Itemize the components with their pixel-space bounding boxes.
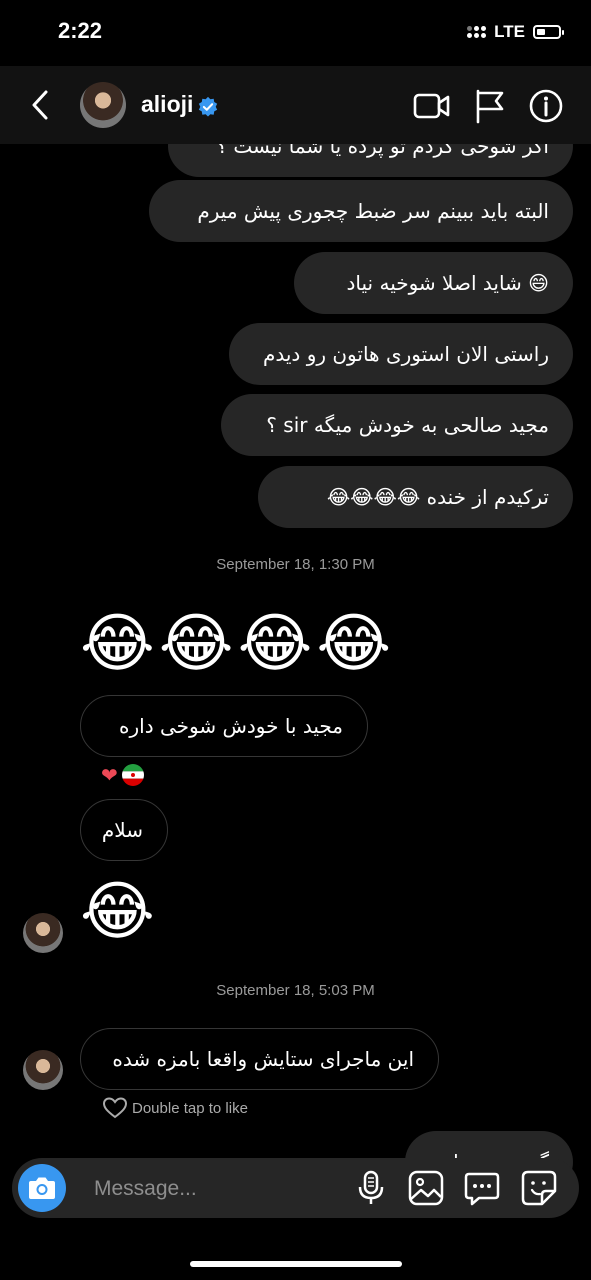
video-call-icon[interactable] — [413, 88, 451, 124]
chat-username[interactable]: alioji — [141, 91, 193, 118]
emoji-message[interactable]: 😂😂😂😂 — [80, 612, 395, 676]
message-input[interactable] — [92, 1172, 296, 1206]
chat-header: alioji — [0, 66, 591, 144]
message-outgoing[interactable]: ترکیدم از خنده 😂😂😂😂 — [258, 466, 573, 528]
message-incoming[interactable]: مجید با خودش شوخی داره — [80, 695, 368, 757]
camera-icon — [29, 1177, 55, 1199]
signal-icon — [467, 26, 487, 38]
flag-icon[interactable] — [472, 88, 510, 124]
message-outgoing[interactable]: راستی الان استوری هاتون رو دیدم — [229, 323, 573, 385]
sticker-icon[interactable] — [520, 1169, 558, 1207]
emoji-message[interactable]: 😂 — [80, 880, 155, 944]
home-indicator — [190, 1261, 402, 1267]
message-incoming[interactable]: سلام — [80, 799, 168, 861]
message-text: 😄 شاید اصلا شوخیه نیاد — [346, 271, 549, 295]
message-text: سلام — [101, 818, 143, 842]
avatar[interactable] — [23, 913, 63, 953]
battery-icon — [533, 25, 564, 39]
info-icon[interactable] — [527, 88, 565, 124]
message-text: ترکیدم از خنده 😂😂😂😂 — [326, 485, 549, 509]
network-label: LTE — [494, 22, 525, 41]
message-incoming[interactable]: این ماجرای ستایش واقعا بامزه شده — [80, 1028, 439, 1090]
chat-bubble-icon[interactable] — [463, 1169, 501, 1207]
message-outgoing[interactable]: 😄 شاید اصلا شوخیه نیاد — [294, 252, 573, 314]
timestamp: September 18, 5:03 PM — [216, 982, 375, 999]
verified-badge-icon — [198, 96, 218, 117]
timestamp: September 18, 1:30 PM — [216, 556, 375, 573]
status-bar: 2:22 LTE — [0, 0, 591, 66]
back-icon[interactable] — [26, 88, 56, 122]
reactions[interactable]: ❤ — [101, 763, 145, 787]
gallery-icon[interactable] — [407, 1169, 445, 1207]
message-text: راستی الان استوری هاتون رو دیدم — [262, 342, 549, 366]
heart-outline-icon[interactable] — [102, 1096, 128, 1120]
message-text: البته باید ببینم سر ضبط چجوری پیش میرم — [197, 199, 549, 223]
message-text: مجید صالحی به خودش میگه sir ؟ — [266, 413, 549, 437]
iran-flag-reaction-icon — [120, 763, 145, 787]
heart-reaction-icon: ❤ — [101, 763, 118, 787]
message-outgoing[interactable]: مجید صالحی به خودش میگه sir ؟ — [221, 394, 573, 456]
double-tap-hint[interactable]: Double tap to like — [102, 1096, 248, 1120]
message-outgoing[interactable]: البته باید ببینم سر ضبط چجوری پیش میرم — [149, 180, 573, 242]
double-tap-label: Double tap to like — [132, 1099, 248, 1117]
avatar[interactable] — [23, 1050, 63, 1090]
status-indicators: LTE — [467, 22, 564, 42]
camera-button[interactable] — [18, 1164, 66, 1212]
avatar[interactable] — [80, 82, 126, 128]
message-text: این ماجرای ستایش واقعا بامزه شده — [112, 1047, 414, 1071]
status-time: 2:22 — [58, 18, 103, 43]
message-composer — [12, 1158, 579, 1218]
microphone-icon[interactable] — [352, 1169, 390, 1207]
message-text: مجید با خودش شوخی داره — [119, 714, 343, 738]
